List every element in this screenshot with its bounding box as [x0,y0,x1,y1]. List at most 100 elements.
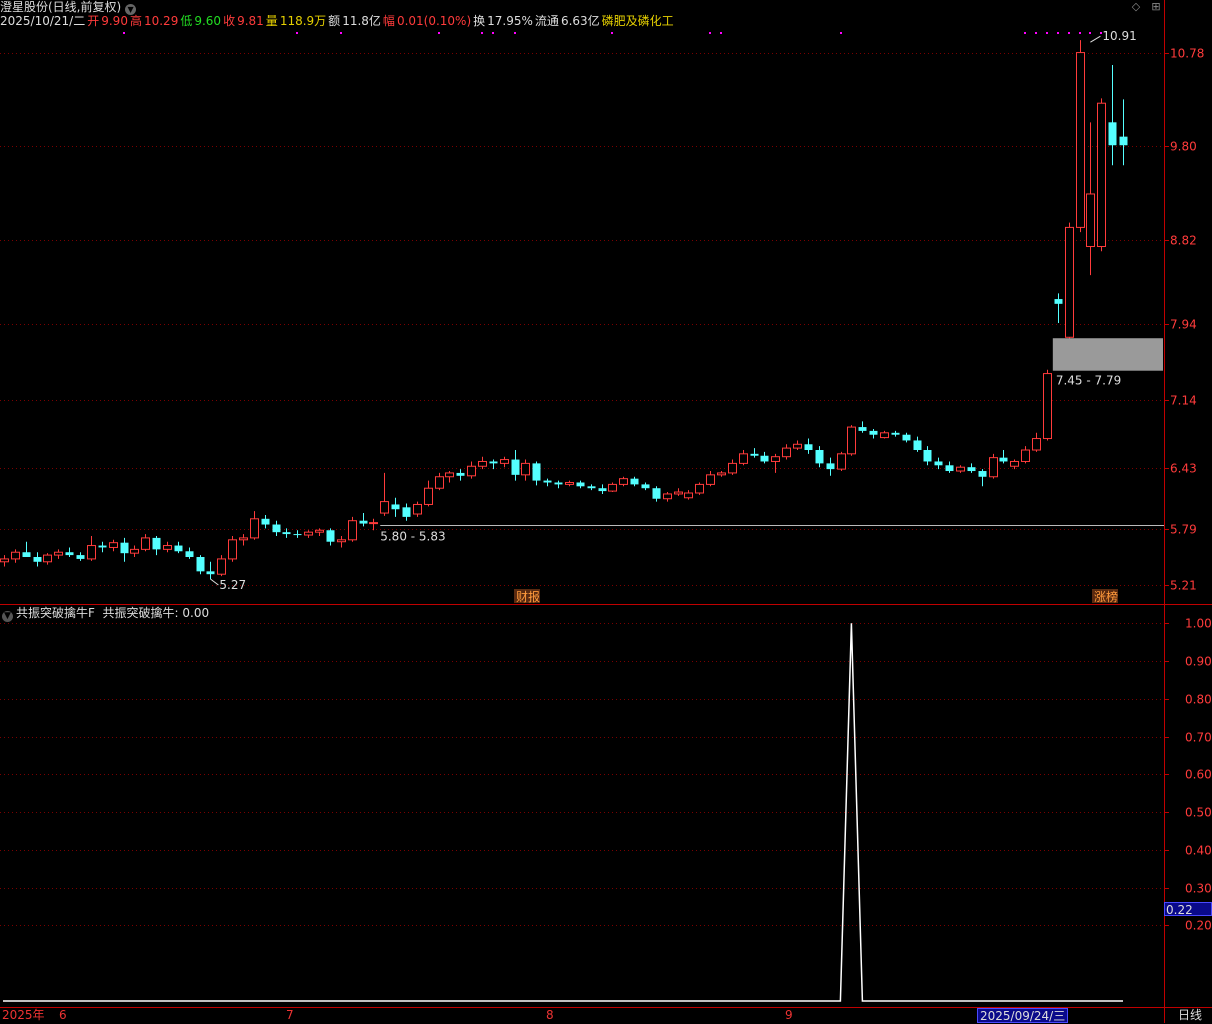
candle-body [1119,136,1128,146]
candle-body [826,463,835,470]
candle-body [663,493,672,500]
price-tick-label: 5.21 [1170,579,1197,593]
candle-down [858,421,867,433]
candle-body [793,443,802,449]
candle-body [619,478,628,485]
candle-up [239,534,248,546]
price-tick-label: 6.43 [1170,462,1197,476]
candle-up [304,530,313,538]
candle-up [793,440,802,451]
candle-body [760,455,769,462]
candle-body [1108,122,1117,146]
candle-up [11,549,20,563]
indicator-name[interactable]: 共振突破擒牛F [16,606,95,620]
candle-body [1097,102,1106,248]
selected-date-badge: 2025/09/24/三 [977,1008,1069,1023]
candle-body [804,444,813,451]
candle-body [315,529,324,533]
candle-body [120,542,129,554]
candle-body [674,491,683,495]
indicator-tick-label: 0.20 [1185,919,1212,933]
candle-body [837,453,846,470]
candle-up [989,453,998,479]
candle-body [641,484,650,489]
candle-down [815,446,824,468]
candle-body [728,462,737,474]
candle-body [771,456,780,462]
candle-body [706,474,715,485]
candle-up [608,482,617,493]
candle-down [978,469,987,487]
candle-down [891,430,900,437]
price-tick-label: 7.94 [1170,318,1197,332]
signal-dot [1035,32,1037,34]
candle-up [837,451,846,472]
x-label-year: 2025年 [2,1008,45,1022]
candle-up [771,453,780,473]
candle-up [717,471,726,477]
signal-dot [296,32,298,34]
candle-body [445,472,454,478]
candle-body [348,520,357,541]
candle-down [174,541,183,554]
candle-up [424,480,433,507]
candle-up [739,450,748,466]
candle-body [815,450,824,464]
candle-body [913,440,922,451]
candle-body [652,488,661,499]
signal-dot [514,32,516,34]
candle-body [576,482,585,487]
candle-up [435,472,444,491]
candle-body [989,457,998,478]
candle-body [902,434,911,441]
candle-body [934,461,943,466]
candle-up [467,461,476,479]
candle-body [196,557,205,572]
candle-down [826,457,835,476]
indicator-tick-label: 0.70 [1185,731,1212,745]
candle-up [163,541,172,553]
candle-body [858,427,867,431]
high-marker-line [1090,35,1101,43]
candle-body [272,524,281,533]
candle-down [999,450,1008,464]
candle-up [1010,459,1019,470]
candle-body [521,462,530,476]
candle-down [76,552,85,561]
candle-body [163,545,172,550]
candle-body [337,539,346,543]
chart-canvas[interactable]: 10.78 9.80 8.82 7.94 7.14 6.43 5.79 5.21 5.80 - … [0,0,1212,1023]
candle-body [87,545,96,560]
indicator-title-bar[interactable]: ▼ 共振突破擒牛F 共振突破擒牛: 0.00 [2,605,209,622]
candle-down [543,478,552,487]
candle-up [380,472,389,516]
candle-body [1065,226,1074,338]
candle-up [1032,432,1041,452]
indicator-dropdown-icon[interactable]: ▼ [2,611,13,622]
candle-up [478,456,487,470]
signal-dot [1100,32,1102,34]
candle-body [880,432,889,439]
candle-body [467,465,476,477]
candle-up [369,518,378,531]
candle-up [1086,122,1095,276]
candle-up [337,535,346,548]
candle-up [54,549,63,559]
candle-up [130,545,139,558]
price-tick-label: 5.79 [1170,523,1197,537]
candle-up [663,492,672,502]
signal-dot [1068,32,1070,34]
signal-dot [709,32,711,34]
candle-body [554,482,563,485]
candle-body [684,492,693,499]
candle-body [402,507,411,517]
candle-down [750,448,759,458]
candle-up [782,444,791,460]
candle-down [923,446,932,466]
candle-body [282,532,291,535]
candle-up [228,535,237,562]
candle-body [130,548,139,554]
candle-body [141,537,150,550]
period-selector[interactable]: 日线 [1168,1008,1212,1023]
indicator-tick-label: 0.90 [1185,655,1212,669]
